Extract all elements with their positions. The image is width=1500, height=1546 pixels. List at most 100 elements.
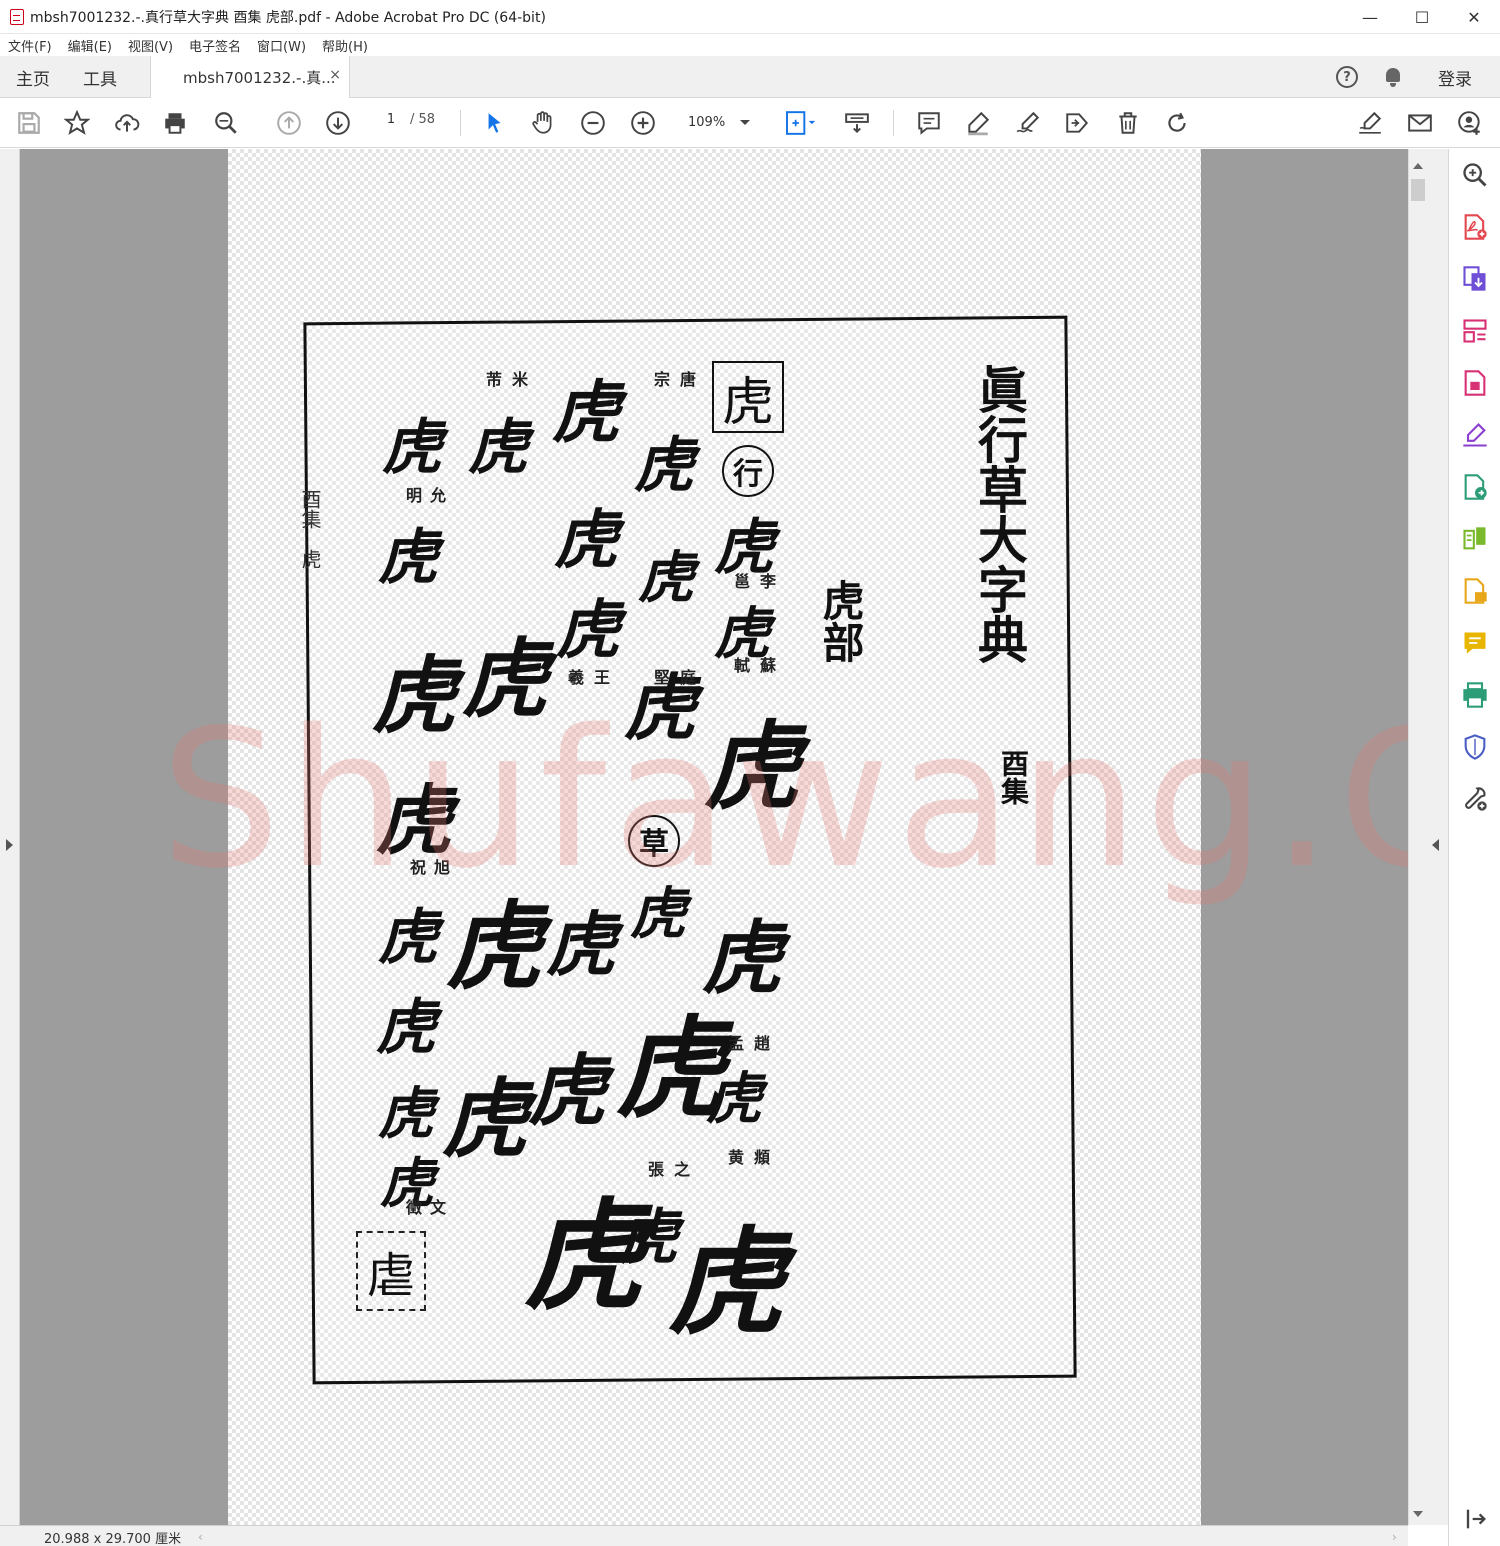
attribution-note: 芾 [483,371,502,387]
cao-script-mark: 草 [628,815,680,867]
select-arrow-icon[interactable] [479,108,509,138]
calligraphy-glyph: 虎 [704,710,800,823]
menu-view[interactable]: 视图(V) [128,36,173,55]
bookmark-star-icon[interactable] [62,108,92,138]
menu-edit[interactable]: 编辑(E) [68,36,112,55]
zoom-tool-icon[interactable] [1461,161,1489,189]
cloud-upload-icon[interactable] [112,108,142,138]
radical-heading: 虎部 [816,579,865,663]
calligraphy-glyph: 虎 [442,1069,528,1170]
calligraphy-glyph: 虎 [630,881,686,947]
zoom-out-icon[interactable] [578,108,608,138]
hand-tool-icon[interactable] [528,108,558,138]
scroll-right-icon[interactable]: › [1392,1530,1397,1544]
export-pdf-icon[interactable] [1461,265,1489,293]
create-pdf-icon[interactable] [1461,213,1489,241]
print-production-icon[interactable] [1461,681,1489,709]
print-icon[interactable] [160,108,190,138]
zoom-search-icon[interactable] [211,108,241,138]
tab-tools[interactable]: 工具 [83,65,117,90]
edit-pdf-icon[interactable] [1461,369,1489,397]
calligraphy-glyph: 虎 [462,629,548,730]
close-tab-icon[interactable]: × [329,67,341,83]
attribution-note: 允 [427,487,446,503]
vertical-scrollbar[interactable] [1408,149,1426,1525]
menu-help[interactable]: 帮助(H) [322,36,368,55]
attribution-note: 李 [757,573,776,589]
scroll-up-icon[interactable] [1413,163,1423,169]
calligraphy-glyph: 虎 [378,523,438,593]
calligraphy-glyph: 虎 [556,593,620,668]
calligraphy-glyph: 虎 [376,776,452,865]
stamp-file-icon[interactable] [1461,577,1489,605]
help-icon[interactable]: ? [1336,66,1358,88]
maximize-button[interactable]: ☐ [1396,0,1448,34]
attribution-note: 頫 [751,1149,770,1165]
next-page-icon[interactable] [323,108,353,138]
xing-script-mark: 行 [722,445,774,497]
calligraphy-glyph: 虎 [554,503,618,578]
scroll-thumb[interactable] [1411,179,1425,201]
comment-tool-icon[interactable] [1461,629,1489,657]
keyboard-tool-icon[interactable] [842,108,872,138]
attribution-note: 宗 [651,371,670,387]
zoom-level-dropdown[interactable]: 109% [680,108,760,136]
calligraphy-glyph: 虎 [616,1004,726,1133]
collapse-pane-icon[interactable] [1461,1505,1489,1533]
notification-bell-icon[interactable] [1382,66,1404,88]
rotate-icon[interactable] [1162,108,1192,138]
menu-esign[interactable]: 电子签名 [189,36,241,55]
right-panel-toggle[interactable] [1426,149,1448,1525]
close-window-button[interactable]: ✕ [1448,0,1500,34]
boxed-character: 虎 [712,361,784,433]
more-tools-wrench-icon[interactable] [1461,785,1489,813]
attribution-note: 孟 [725,1035,744,1051]
attribution-note: 庭 [677,669,696,685]
attribution-note: 堅 [651,669,670,685]
page-number-input[interactable]: 1 [378,112,404,127]
attribution-note: 祝 [407,859,426,875]
tab-document[interactable]: mbsh7001232.-.真... × [150,56,350,98]
attribution-note: 之 [671,1161,690,1177]
fill-sign-icon[interactable] [1355,108,1385,138]
menu-file[interactable]: 文件(F) [8,36,52,55]
window-title: mbsh7001232.-.真行草大字典 酉集 虎部.pdf - Adobe A… [30,9,546,26]
calligraphy-glyph: 虎 [638,545,694,611]
collapse-right-icon [1432,839,1439,851]
window-controls: — ☐ ✕ [1344,0,1500,34]
delete-trash-icon[interactable] [1113,108,1143,138]
tab-home[interactable]: 主页 [16,65,50,90]
menu-window[interactable]: 窗口(W) [257,36,306,55]
scroll-down-icon[interactable] [1413,1511,1423,1517]
attribution-note: 旭 [431,859,450,875]
attribution-note: 王 [591,669,610,685]
pdf-page[interactable]: 眞行草大字典 酉集 虎部 虎 行 草 酉集 虎 虎 虎 虎 虎 虎 虎 虎 虎 … [160,149,1500,1525]
protect-shield-icon[interactable] [1461,733,1489,761]
stamp-tag-icon[interactable] [1062,108,1092,138]
save-icon[interactable] [14,108,44,138]
minimize-button[interactable]: — [1344,0,1396,34]
share-user-icon[interactable] [1455,108,1485,138]
email-icon[interactable] [1405,108,1435,138]
send-for-signature-icon[interactable] [1461,473,1489,501]
tab-bar: 主页 工具 mbsh7001232.-.真... × ? 登录 [0,56,1500,98]
zoom-in-icon[interactable] [628,108,658,138]
calligraphy-glyph: 虎 [624,665,697,750]
highlight-pen-icon[interactable] [963,108,993,138]
comment-icon[interactable] [914,108,944,138]
compare-files-icon[interactable] [1461,525,1489,553]
attribution-note: 蘇 [757,657,776,673]
organize-pages-icon[interactable] [1461,317,1489,345]
fit-page-icon[interactable] [780,108,820,138]
scroll-left-icon[interactable]: ‹ [198,1530,203,1544]
fill-and-sign-icon[interactable] [1461,421,1489,449]
prev-page-icon[interactable] [274,108,304,138]
left-panel-toggle[interactable] [0,149,20,1525]
calligraphy-glyph: 虎 [552,373,621,453]
calligraphy-glyph: 虎 [376,993,436,1063]
attribution-note: 軾 [731,657,750,673]
signin-button[interactable]: 登录 [1438,65,1472,90]
attribution-note: 趙 [751,1035,770,1051]
draw-signature-icon[interactable] [1013,108,1043,138]
chevron-down-icon [740,120,750,125]
